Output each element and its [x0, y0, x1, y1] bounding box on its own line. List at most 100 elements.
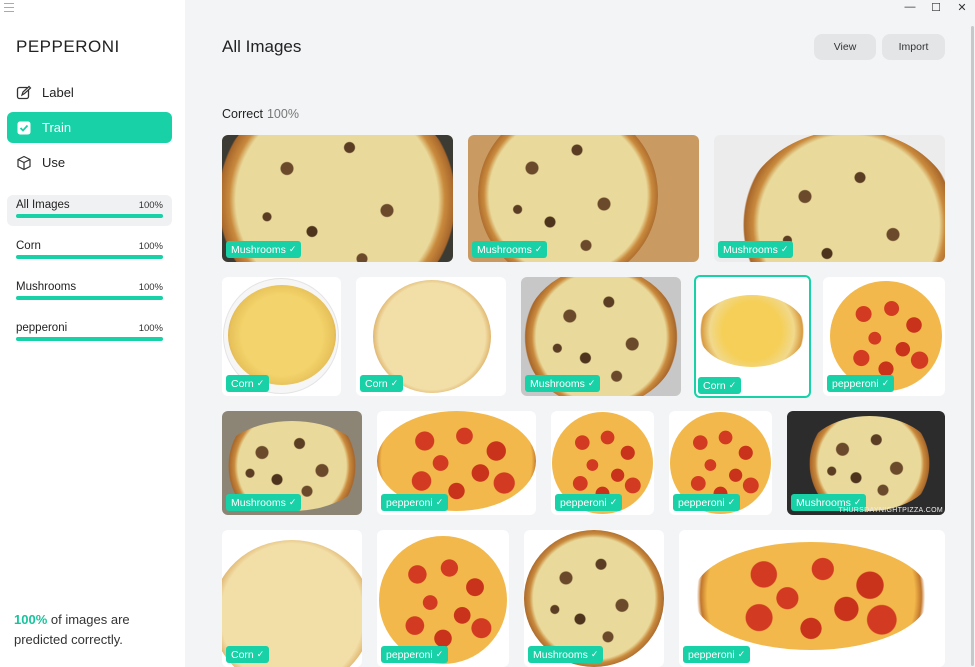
- check-icon: ✓: [881, 378, 890, 388]
- image-card-selected[interactable]: Corn ✓: [694, 275, 811, 398]
- accuracy-summary: 100% of images are predicted correctly.: [14, 610, 174, 650]
- label-tag: Corn ✓: [698, 377, 742, 394]
- nav-item-use[interactable]: Use: [7, 147, 172, 178]
- category-progress-bar: [16, 255, 163, 259]
- check-icon: ✓: [534, 244, 543, 254]
- category-progress-bar: [16, 337, 163, 341]
- label-text: pepperoni: [678, 496, 725, 509]
- check-icon: ✓: [435, 497, 444, 507]
- category-pepperoni[interactable]: pepperoni 100%: [7, 318, 172, 349]
- check-icon: ✓: [256, 649, 265, 659]
- label-text: Corn: [365, 377, 388, 390]
- category-pct: 100%: [138, 241, 163, 252]
- image-card[interactable]: Mushrooms ✓ THURSDAYNIGHTPIZZA.COM: [787, 411, 945, 515]
- category-name: All Images: [16, 199, 70, 211]
- label-tag: Corn ✓: [360, 375, 404, 392]
- label-tag: Mushrooms ✓: [472, 241, 548, 258]
- pizza-image: [698, 295, 806, 367]
- image-card[interactable]: Mushrooms ✓: [222, 411, 362, 515]
- app-title: PEPPERONI: [16, 37, 120, 56]
- check-icon: ✓: [435, 649, 444, 659]
- category-mushrooms[interactable]: Mushrooms 100%: [7, 277, 172, 308]
- image-card[interactable]: Mushrooms ✓: [521, 277, 681, 396]
- import-button[interactable]: Import: [882, 34, 945, 60]
- image-card[interactable]: pepperoni ✓: [669, 411, 772, 515]
- image-card[interactable]: Corn ✓: [222, 530, 362, 667]
- image-card[interactable]: Corn ✓: [356, 277, 506, 396]
- check-icon: ✓: [728, 380, 737, 390]
- image-card[interactable]: Mushrooms ✓: [222, 135, 453, 262]
- label-text: pepperoni: [386, 496, 433, 509]
- check-icon: ✓: [390, 378, 399, 388]
- category-name: pepperoni: [16, 322, 68, 334]
- maximize-icon[interactable]: ☐: [923, 0, 949, 14]
- check-icon: ✓: [727, 497, 736, 507]
- nav-item-label-text: Label: [42, 85, 74, 100]
- check-icon: ✓: [609, 497, 618, 507]
- label-text: Mushrooms: [530, 377, 585, 390]
- close-icon[interactable]: ✕: [949, 0, 975, 14]
- image-card[interactable]: pepperoni ✓: [377, 530, 509, 667]
- category-name: Corn: [16, 240, 41, 252]
- label-text: pepperoni: [832, 377, 879, 390]
- image-card[interactable]: pepperoni ✓: [377, 411, 536, 515]
- category-pct: 100%: [138, 323, 163, 334]
- label-tag: pepperoni ✓: [673, 494, 741, 511]
- image-card[interactable]: pepperoni ✓: [679, 530, 945, 667]
- label-text: Mushrooms: [477, 243, 532, 256]
- nav-item-label[interactable]: Label: [7, 77, 172, 108]
- check-icon: ✓: [780, 244, 789, 254]
- label-tag: Mushrooms ✓: [525, 375, 601, 392]
- image-card[interactable]: pepperoni ✓: [551, 411, 654, 515]
- check-icon: ✓: [288, 497, 297, 507]
- pizza-image: [379, 536, 507, 664]
- label-text: Corn: [703, 379, 726, 392]
- scrollbar-thumb[interactable]: [971, 26, 974, 666]
- label-text: Corn: [231, 648, 254, 661]
- label-tag: Mushrooms ✓: [528, 646, 604, 663]
- accuracy-value: 100%: [14, 612, 48, 627]
- category-progress-bar: [16, 214, 163, 218]
- label-tag: pepperoni ✓: [381, 494, 449, 511]
- section-pct: 100%: [266, 107, 299, 121]
- checkbox-icon: [15, 119, 33, 137]
- menu-icon[interactable]: [4, 3, 14, 12]
- label-text: Mushrooms: [723, 243, 778, 256]
- check-icon: ✓: [587, 378, 596, 388]
- label-text: pepperoni: [560, 496, 607, 509]
- label-text: Corn: [231, 377, 254, 390]
- label-tag: pepperoni ✓: [555, 494, 623, 511]
- edit-icon: [15, 84, 33, 102]
- label-tag: Mushrooms ✓: [226, 241, 302, 258]
- category-name: Mushrooms: [16, 281, 77, 293]
- category-progress-bar: [16, 296, 163, 300]
- image-card[interactable]: Mushrooms ✓: [468, 135, 699, 262]
- label-tag: Mushrooms ✓: [226, 494, 302, 511]
- label-text: pepperoni: [688, 648, 735, 661]
- label-text: pepperoni: [386, 648, 433, 661]
- nav-item-train-text: Train: [42, 120, 72, 135]
- image-card[interactable]: Mushrooms ✓: [524, 530, 664, 667]
- category-corn[interactable]: Corn 100%: [7, 236, 172, 267]
- label-tag: pepperoni ✓: [827, 375, 895, 392]
- window-controls: — ☐ ✕: [897, 0, 975, 14]
- label-text: Mushrooms: [231, 243, 286, 256]
- nav-item-train[interactable]: Train: [7, 112, 172, 143]
- label-tag: Mushrooms ✓: [718, 241, 794, 258]
- minimize-icon[interactable]: —: [897, 0, 923, 14]
- category-pct: 100%: [138, 282, 163, 293]
- cube-icon: [15, 154, 33, 172]
- label-tag: Corn ✓: [226, 646, 270, 663]
- category-all-images[interactable]: All Images 100%: [7, 195, 172, 226]
- image-card[interactable]: Mushrooms ✓: [714, 135, 945, 262]
- check-icon: ✓: [256, 378, 265, 388]
- section-label: Correct: [222, 107, 263, 121]
- check-icon: ✓: [737, 649, 746, 659]
- page-title: All Images: [222, 37, 302, 56]
- image-card[interactable]: pepperoni ✓: [823, 277, 945, 396]
- pizza-image: [693, 542, 929, 650]
- pizza-image: [228, 285, 336, 385]
- nav-item-use-text: Use: [42, 155, 66, 170]
- view-button[interactable]: View: [814, 34, 876, 60]
- image-card[interactable]: Corn ✓: [222, 277, 341, 396]
